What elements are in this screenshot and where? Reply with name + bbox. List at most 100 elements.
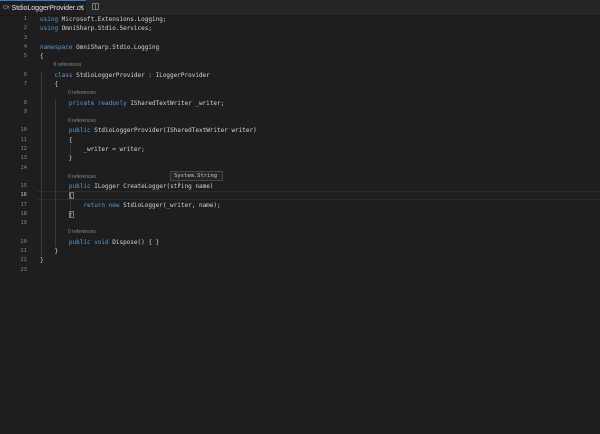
line-number: 19 — [20, 220, 27, 227]
tab-stdiologgerprovider[interactable]: C# StdioLoggerProvider.cs × — [0, 0, 86, 15]
line-number: 15 — [20, 183, 27, 189]
hover-tooltip: System.String — [170, 171, 223, 181]
line-number: 22 — [20, 257, 27, 264]
code-area[interactable]: 1 using Microsoft.Extensions.Logging; 2 usi… — [0, 15, 600, 434]
codelens-references[interactable]: 0 references — [68, 228, 96, 237]
split-editor-icon[interactable] — [92, 3, 99, 10]
line-number: 12 — [20, 145, 27, 152]
code-line[interactable]: 11 { — [0, 136, 600, 145]
code-text: private readonly ISharedTextWriter _writ… — [40, 99, 224, 108]
code-line[interactable]: 18 } — [0, 210, 600, 219]
code-line[interactable]: 14 — [0, 164, 600, 173]
code-line[interactable]: 3 — [0, 34, 600, 43]
line-number: 10 — [20, 127, 27, 134]
tab-title: StdioLoggerProvider.cs — [11, 4, 84, 12]
line-number: 16 — [20, 192, 27, 199]
codelens-row: 0 references — [0, 89, 600, 98]
code-line[interactable]: 19 — [0, 219, 600, 228]
code-line[interactable]: 16 { — [0, 191, 600, 200]
code-text: { — [40, 80, 58, 89]
codelens-references[interactable]: 0 references — [54, 61, 82, 70]
line-number: 18 — [20, 210, 27, 217]
line-number: 7 — [23, 81, 27, 87]
line-number: 3 — [23, 34, 27, 41]
code-line[interactable]: 2 using OmniSharp.Stdio.Services; — [0, 24, 600, 33]
line-number: 4 — [23, 43, 27, 50]
code-line[interactable]: 17 return new StdioLogger(_writer, name)… — [0, 201, 600, 210]
code-keyword: class — [54, 71, 73, 79]
close-icon[interactable]: × — [79, 4, 84, 11]
code-token: StdioLogger(_writer, name); — [119, 201, 221, 209]
code-line[interactable]: 8 private readonly ISharedTextWriter _wr… — [0, 99, 600, 108]
code-line[interactable]: 6 class StdioLoggerProvider : ILoggerPro… — [0, 71, 600, 80]
code-token: StdioLoggerProvider : ILoggerProvider — [72, 71, 210, 79]
code-line[interactable]: 22} — [0, 256, 600, 265]
line-number: 1 — [23, 16, 27, 22]
code-token: ILogger CreateLogger(string name) — [90, 183, 214, 190]
code-line[interactable]: 21 } — [0, 247, 600, 256]
tab-bar: C# StdioLoggerProvider.cs × — [0, 0, 600, 16]
code-line[interactable]: 12 _writer = writer; — [0, 145, 600, 154]
codelens-references[interactable]: 0 references — [68, 89, 96, 98]
indent-guide — [41, 70, 42, 257]
line-number: 20 — [20, 238, 27, 245]
line-number: 2 — [23, 25, 27, 32]
code-token: Dispose() { } — [108, 238, 160, 246]
code-keyword: return new — [83, 201, 120, 209]
codelens-references[interactable]: 0 references — [68, 173, 96, 182]
code-keyword: using — [40, 25, 59, 33]
code-keyword: public — [68, 183, 91, 190]
code-keyword: public void — [68, 238, 109, 246]
code-text: public StdioLoggerProvider(ISharedTextWr… — [40, 126, 257, 135]
code-token: } — [40, 257, 44, 265]
code-token: Microsoft.Extensions.Logging; — [58, 16, 167, 23]
csharp-file-icon: C# — [3, 5, 10, 11]
code-text: { — [40, 52, 44, 61]
line-number: 8 — [23, 99, 27, 106]
code-line[interactable]: 20 public void Dispose() { } — [0, 238, 600, 247]
code-text: using OmniSharp.Stdio.Services; — [40, 24, 152, 33]
code-line[interactable]: 5{ — [0, 52, 600, 61]
code-line[interactable]: 1 using Microsoft.Extensions.Logging; — [0, 15, 600, 24]
editor-window: C# StdioLoggerProvider.cs × 1 using Micro… — [0, 0, 600, 434]
codelens-references[interactable]: 0 references — [68, 117, 96, 126]
code-line[interactable]: 9 — [0, 108, 600, 117]
codelens-row: 0 references — [0, 117, 600, 126]
code-line[interactable]: 4 namespace OmniSharp.Stdio.Logging — [0, 43, 600, 52]
indent-guide — [69, 144, 71, 155]
code-token: { — [40, 53, 44, 61]
codelens-row: 0 references — [0, 228, 600, 237]
line-number: 21 — [20, 248, 27, 254]
code-text: public ILogger CreateLogger(string name) — [40, 182, 214, 191]
indent-guide — [69, 200, 71, 210]
bracket-match-highlight — [68, 210, 74, 218]
line-number: 13 — [20, 155, 27, 162]
indent-guide — [55, 98, 57, 247]
code-token: { — [40, 81, 59, 88]
text-cursor-icon: I — [178, 181, 181, 189]
code-line[interactable]: 7 { — [0, 80, 600, 89]
code-keyword: namespace — [40, 43, 73, 51]
code-line[interactable]: 23 — [0, 266, 600, 275]
code-text: } — [40, 247, 58, 256]
line-number: 11 — [20, 136, 27, 143]
code-keyword: using — [40, 16, 59, 23]
code-keyword: public — [68, 127, 91, 135]
code-keyword: private readonly — [68, 99, 127, 107]
code-token: ISharedTextWriter _writer; — [126, 99, 225, 107]
code-token: } — [40, 248, 59, 255]
code-line[interactable]: 10 public StdioLoggerProvider(ISharedTex… — [0, 126, 600, 135]
code-line[interactable]: 15 public ILogger CreateLogger(string na… — [0, 182, 600, 191]
code-token: StdioLoggerProvider(ISharedTextWriter wr… — [90, 127, 257, 135]
line-number: 6 — [23, 71, 27, 78]
code-line[interactable]: 13 } — [0, 154, 600, 163]
code-text: class StdioLoggerProvider : ILoggerProvi… — [40, 71, 210, 80]
code-text: } — [40, 256, 44, 265]
codelens-row: 0 references — [0, 173, 600, 182]
line-number: 5 — [23, 53, 27, 60]
